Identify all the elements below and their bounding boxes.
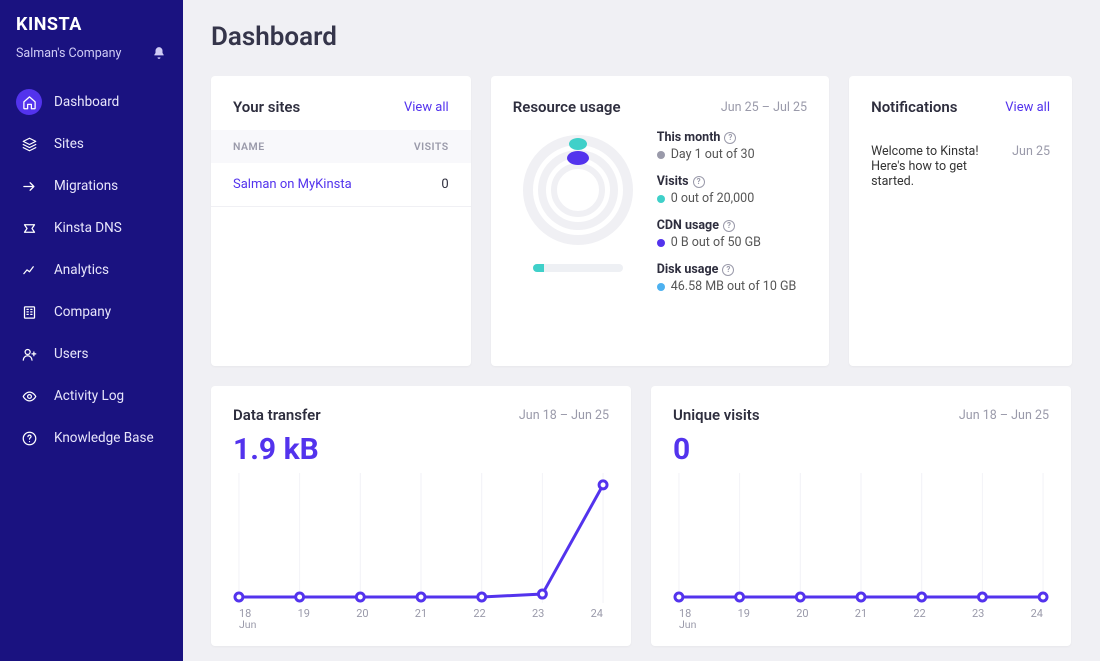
transfer-chart [233, 473, 609, 603]
dot-icon [657, 195, 665, 203]
your-sites-card: Your sites View all NAME VISITS Salman o… [211, 76, 471, 366]
your-sites-view-all-link[interactable]: View all [404, 100, 449, 115]
main-content: Dashboard Your sites View all NAME VISIT… [183, 0, 1100, 661]
help-icon[interactable]: ? [724, 132, 736, 144]
data-transfer-card: Data transfer Jun 18 – Jun 25 1.9 kB 181… [211, 386, 631, 646]
sidebar-item-label: Dashboard [54, 94, 119, 110]
x-tick: 22 [473, 607, 485, 620]
sidebar-item-activity-log[interactable]: Activity Log [0, 375, 183, 417]
x-tick: 22 [913, 607, 925, 620]
sidebar-item-label: Users [54, 346, 88, 362]
sidebar-item-label: Activity Log [54, 388, 124, 404]
chart-icon [21, 262, 37, 278]
x-tick: 23 [532, 607, 544, 620]
bell-icon[interactable] [151, 45, 167, 61]
sidebar-item-label: Migrations [54, 178, 118, 194]
sites-table-header: NAME VISITS [211, 130, 471, 163]
sites-col-visits: VISITS [414, 140, 449, 153]
help-icon[interactable]: ? [693, 176, 705, 188]
table-row: Salman on MyKinsta 0 [211, 163, 471, 207]
visits-daterange: Jun 18 – Jun 25 [959, 408, 1049, 423]
migrate-icon [21, 178, 37, 194]
notification-item[interactable]: Welcome to Kinsta! Here's how to get sta… [871, 144, 1050, 189]
help-icon[interactable]: ? [723, 220, 735, 232]
layers-icon [21, 136, 37, 152]
company-name[interactable]: Salman's Company [16, 46, 121, 61]
sidebar-item-label: Knowledge Base [54, 430, 154, 446]
dot-icon [657, 283, 665, 291]
visits-metric: 0 [673, 432, 1049, 467]
help-icon[interactable]: ? [722, 264, 734, 276]
sidebar-item-label: Sites [54, 136, 84, 152]
notification-date: Jun 25 [1012, 144, 1050, 189]
home-icon [21, 94, 37, 110]
visits-chart [673, 473, 1049, 603]
sidebar-item-knowledge-base[interactable]: Knowledge Base [0, 417, 183, 459]
sidebar-item-users[interactable]: Users [0, 333, 183, 375]
notifications-title: Notifications [871, 98, 957, 116]
x-tick: 23 [972, 607, 984, 620]
user-plus-icon [21, 346, 37, 362]
x-tick: 19 [298, 607, 310, 620]
stat-disk: Disk usage? 46.58 MB out of 10 GB [657, 262, 807, 294]
sidebar-item-analytics[interactable]: Analytics [0, 249, 183, 291]
notifications-card: Notifications View all Welcome to Kinsta… [849, 76, 1072, 366]
transfer-title: Data transfer [233, 406, 321, 424]
dns-icon [21, 220, 37, 236]
sites-col-name: NAME [233, 140, 265, 153]
nav-list: Dashboard Sites Migrations Kinsta DNS Analyt… [0, 81, 183, 459]
notification-text: Welcome to Kinsta! Here's how to get sta… [871, 144, 1004, 189]
dot-icon [657, 151, 665, 159]
sidebar-item-label: Kinsta DNS [54, 220, 122, 236]
dot-icon [657, 239, 665, 247]
help-icon [21, 430, 37, 446]
site-visits: 0 [441, 177, 448, 192]
stat-this-month: This month? Day 1 out of 30 [657, 130, 807, 162]
x-tick: 20 [356, 607, 368, 620]
sidebar-item-sites[interactable]: Sites [0, 123, 183, 165]
brand-logo: KINSTA [0, 14, 183, 39]
x-tick: 24 [591, 607, 603, 620]
x-tick: 19 [738, 607, 750, 620]
sidebar-item-kinsta-dns[interactable]: Kinsta DNS [0, 207, 183, 249]
visits-title: Unique visits [673, 406, 760, 424]
resource-donut [513, 130, 643, 294]
resource-daterange: Jun 25 – Jul 25 [721, 100, 807, 115]
unique-visits-card: Unique visits Jun 18 – Jun 25 0 18192021… [651, 386, 1071, 646]
x-tick: 20 [796, 607, 808, 620]
stat-cdn: CDN usage? 0 B out of 50 GB [657, 218, 807, 250]
transfer-daterange: Jun 18 – Jun 25 [519, 408, 609, 423]
site-link[interactable]: Salman on MyKinsta [233, 177, 352, 192]
building-icon [21, 304, 37, 320]
sidebar-item-label: Company [54, 304, 111, 320]
resource-title: Resource usage [513, 98, 621, 116]
notifications-view-all-link[interactable]: View all [1005, 100, 1050, 115]
progress-bar [533, 264, 623, 272]
stat-visits: Visits? 0 out of 20,000 [657, 174, 807, 206]
transfer-metric: 1.9 kB [233, 432, 609, 467]
sidebar-item-company[interactable]: Company [0, 291, 183, 333]
sidebar-item-label: Analytics [54, 262, 109, 278]
x-tick: 21 [415, 607, 427, 620]
page-title: Dashboard [211, 22, 1072, 52]
eye-icon [21, 388, 37, 404]
sidebar-item-migrations[interactable]: Migrations [0, 165, 183, 207]
resource-usage-card: Resource usage Jun 25 – Jul 25 [491, 76, 829, 366]
x-tick: 24 [1031, 607, 1043, 620]
sidebar-item-dashboard[interactable]: Dashboard [0, 81, 183, 123]
your-sites-title: Your sites [233, 98, 300, 116]
company-row: Salman's Company [0, 39, 183, 81]
x-tick: 21 [855, 607, 867, 620]
sidebar: KINSTA Salman's Company Dashboard Sites Mi… [0, 0, 183, 661]
